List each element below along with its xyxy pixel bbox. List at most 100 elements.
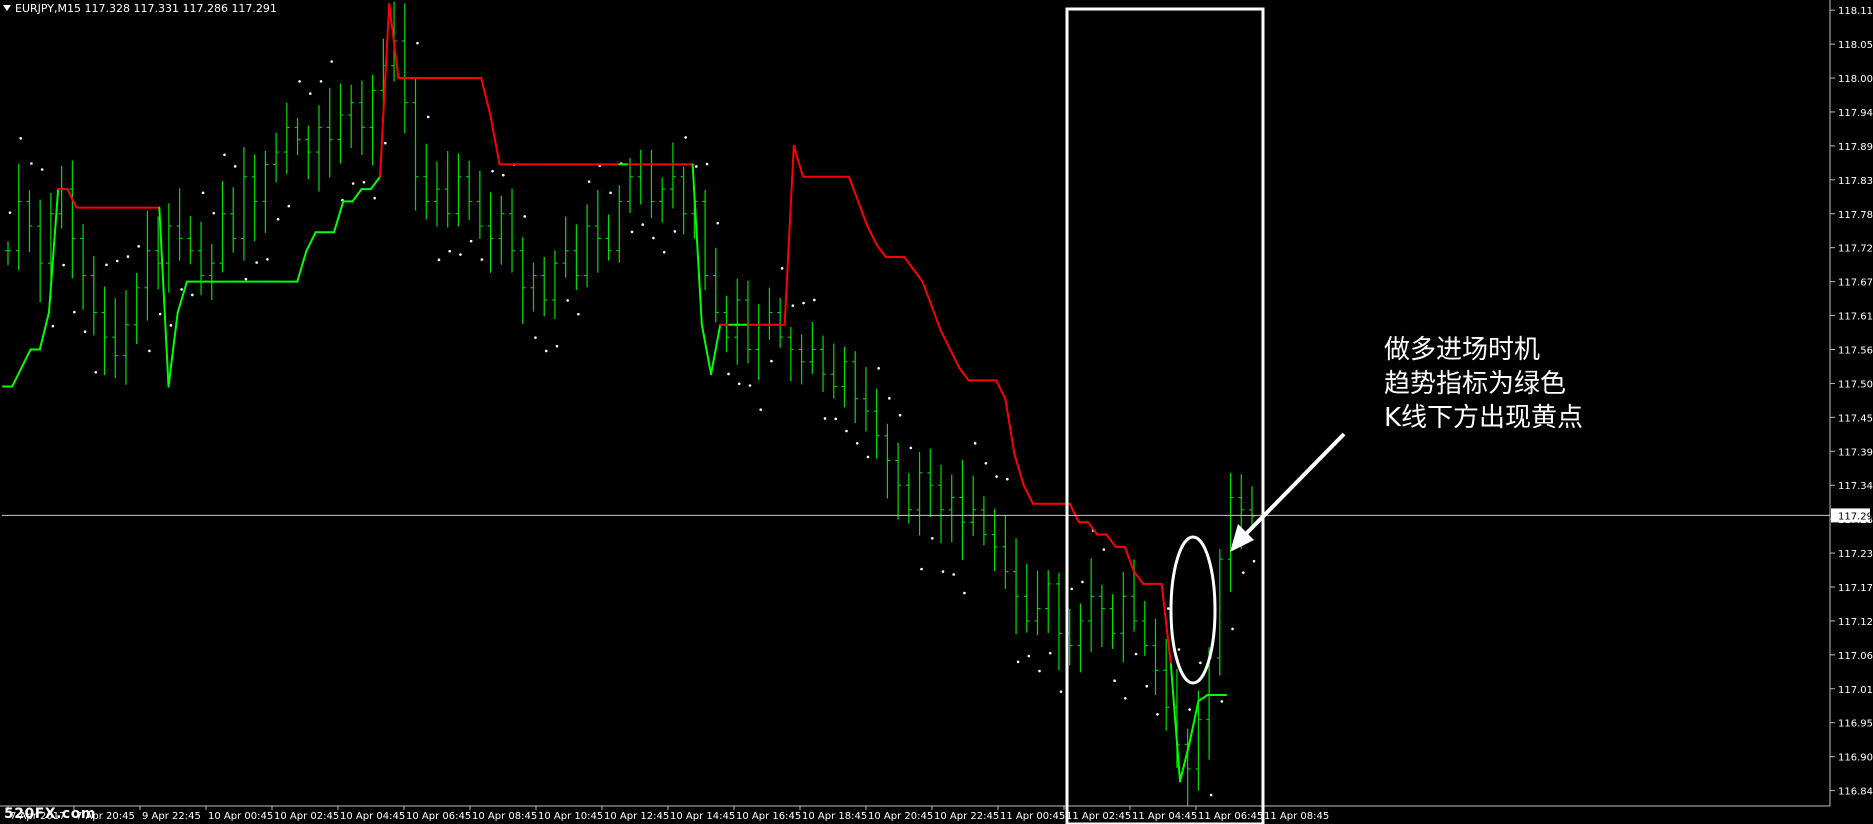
time-tick-label: 10 Apr 12:45: [604, 811, 669, 822]
signal-dot: [201, 191, 205, 195]
signal-dot: [1166, 607, 1170, 610]
time-tick-label: 10 Apr 08:45: [472, 811, 537, 822]
signal-dot: [469, 239, 473, 243]
price-tick-label: 116.845: [1838, 787, 1873, 798]
signal-dot: [823, 417, 827, 420]
time-tick-label: 11 Apr 00:45: [1000, 811, 1065, 822]
time-axis: 7 Apr 2017 7 Apr 20:45 9 Apr 22:45 10 Apr 0…: [7, 806, 1329, 822]
signal-dot: [1016, 660, 1020, 664]
signal-dot: [963, 591, 966, 595]
signal-dot: [577, 312, 580, 316]
signal-dot: [566, 299, 569, 302]
trend-segment: [995, 379, 1007, 400]
signal-dot: [952, 573, 956, 576]
symbol-label: EURJPY,M15: [15, 2, 81, 15]
price-chart[interactable]: 118.110 118.055 118.000 117.945 117.890 117.8…: [0, 0, 1873, 824]
price-tick-label: 117.175: [1838, 583, 1873, 594]
signal-dot: [351, 182, 355, 185]
signal-dot: [652, 236, 655, 240]
trend-segment: [38, 311, 50, 351]
signal-dot: [223, 153, 226, 157]
signal-dot: [30, 162, 33, 165]
price-tick-label: 118.055: [1838, 40, 1873, 51]
trend-segment: [1188, 700, 1200, 746]
signal-dot: [534, 336, 537, 339]
signal-dot: [909, 446, 913, 450]
signal-dot: [1177, 648, 1181, 651]
highlight-ellipse: [1169, 535, 1217, 685]
price-axis: 118.110 118.055 118.000 117.945 117.890 117.8…: [0, 0, 1873, 807]
signal-dot: [1199, 661, 1202, 665]
trend-segment: [305, 231, 317, 252]
time-tick-label: 10 Apr 02:45: [274, 811, 339, 822]
signal-dot: [727, 372, 730, 376]
signal-dot: [1081, 580, 1084, 584]
signal-dot: [1027, 654, 1031, 658]
signal-dot: [1188, 708, 1191, 711]
signal-dot: [1241, 571, 1245, 574]
signal-dot: [373, 196, 376, 200]
trend-segment: [1013, 453, 1025, 487]
signal-dot: [791, 304, 795, 307]
signal-dot: [266, 257, 269, 261]
signal-dot: [759, 408, 762, 411]
signal-dot: [8, 211, 12, 214]
signal-dot: [888, 397, 891, 400]
trend-segment: [369, 175, 382, 191]
time-tick-label: 11 Apr 06:45: [1198, 811, 1263, 822]
signal-dot: [1252, 559, 1256, 563]
trend-segment: [847, 175, 860, 203]
highlight-box: [1065, 7, 1265, 824]
price-tick-label: 117.670: [1838, 278, 1873, 289]
time-tick-label: 10 Apr 06:45: [406, 811, 471, 822]
trend-segment: [700, 323, 713, 376]
time-tick-label: 11 Apr 02:45: [1066, 811, 1131, 822]
signal-dot: [544, 349, 548, 353]
signal-dot: [813, 298, 816, 302]
signal-dot: [930, 537, 934, 540]
signal-dot: [502, 173, 505, 177]
signal-dot: [51, 324, 55, 328]
signal-dot: [609, 191, 612, 195]
time-tick-label: 10 Apr 00:45: [208, 811, 273, 822]
signal-dot: [1145, 684, 1149, 688]
signal-dot: [115, 259, 119, 263]
time-tick-label: 10 Apr 18:45: [802, 811, 867, 822]
time-tick-label: 10 Apr 16:45: [736, 811, 801, 822]
trend-segment: [480, 77, 492, 117]
trend-segment: [158, 206, 170, 388]
signal-dot: [1059, 690, 1063, 693]
signal-dot: [748, 384, 752, 387]
trend-segment: [351, 188, 363, 203]
signal-dot: [491, 169, 494, 173]
signal-dot: [19, 137, 23, 140]
signal-dot: [716, 221, 720, 225]
signal-dot: [244, 277, 248, 281]
trend-segment: [1197, 693, 1209, 703]
signal-dot: [898, 413, 902, 417]
signal-dot: [1113, 679, 1116, 683]
trend-segment: [958, 366, 970, 382]
signal-dot: [877, 367, 880, 370]
signal-dot: [523, 215, 527, 218]
signal-dot: [662, 250, 666, 254]
signal-dot: [555, 344, 559, 348]
price-tick-label: 117.615: [1838, 312, 1873, 323]
chart-header: EURJPY,M15 117.328 117.331 117.286 117.2…: [3, 2, 277, 15]
trend-segment: [792, 144, 805, 178]
signal-dot: [362, 180, 366, 184]
signal-dot: [641, 223, 645, 226]
time-tick-label: 11 Apr 08:45: [1264, 811, 1329, 822]
dropdown-triangle-icon[interactable]: [3, 5, 11, 11]
trend-segment: [921, 280, 933, 308]
signal-dot: [737, 382, 741, 386]
price-tick-label: 117.395: [1838, 447, 1873, 458]
signal-dot: [233, 165, 237, 168]
signal-dot: [941, 570, 945, 573]
signal-dot: [448, 249, 451, 253]
signal-dot: [276, 217, 280, 221]
time-tick-label: 10 Apr 20:45: [868, 811, 933, 822]
price-tick-label: 118.110: [1838, 6, 1873, 17]
price-tick-label: 117.340: [1838, 481, 1873, 492]
trend-segment: [1087, 521, 1099, 536]
